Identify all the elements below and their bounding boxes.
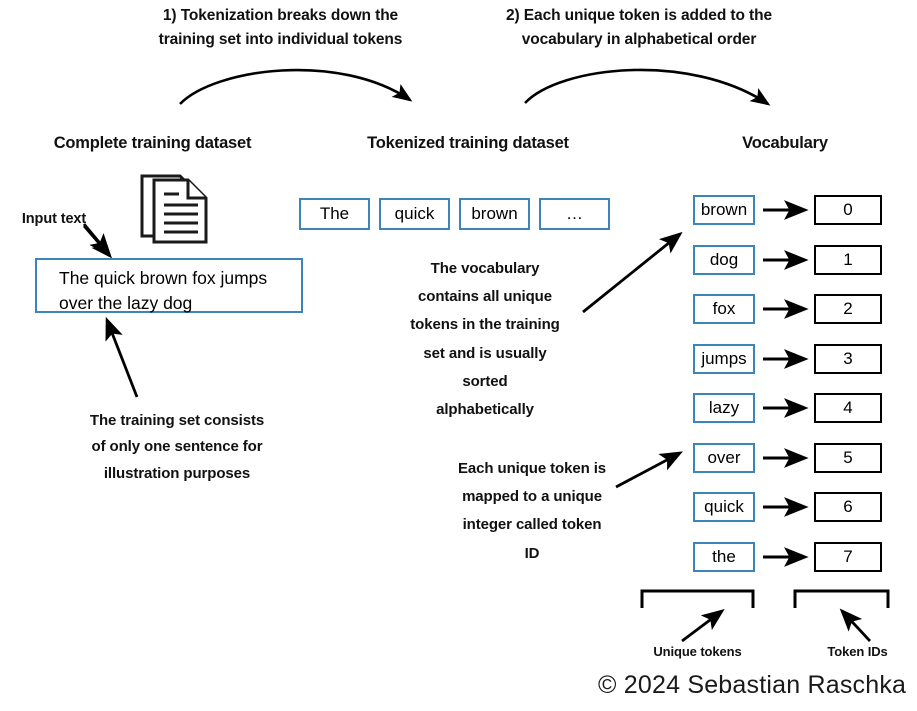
vocab-map-arrow-5 <box>763 447 809 468</box>
token-id-note-line4: ID <box>524 544 540 562</box>
column-header-complete-training-dataset: Complete training dataset <box>53 134 252 152</box>
vocab-token-box-0[interactable]: brown <box>693 195 755 225</box>
token-id-note: Each unique token is mapped to a unique … <box>437 455 627 568</box>
vocab-id-box-0[interactable]: 0 <box>814 195 882 225</box>
token-id-note-line3: integer called token <box>462 516 602 534</box>
vocab-token-box-5[interactable]: over <box>693 442 755 473</box>
vocab-map-arrow-0 <box>763 200 809 220</box>
copyright-notice: © 2024 Sebastian Raschka <box>598 671 907 699</box>
vocab-id-box-3[interactable]: 3 <box>814 343 882 374</box>
vocab-token-box-6[interactable]: quick <box>693 492 755 522</box>
vocab-token-box-7[interactable]: the <box>693 541 755 572</box>
vocab-map-arrow-4 <box>763 398 809 418</box>
column-header-vocabulary: Vocabulary <box>742 134 828 152</box>
vocab-id-box-4[interactable]: 4 <box>814 393 882 423</box>
vocabulary-note-line4: set and is usually <box>423 344 547 362</box>
vocabulary-note-line6: alphabetically <box>436 400 534 418</box>
vocab-token-box-2[interactable]: fox <box>693 294 755 324</box>
token-id-note-line1: Each unique token is <box>457 460 607 477</box>
vocab-map-arrow-1 <box>763 249 809 270</box>
vocab-map-arrow-6 <box>763 497 809 517</box>
training-set-note-arrow <box>105 316 139 398</box>
vocab-id-box-7[interactable]: 7 <box>814 541 882 572</box>
vocabulary-note-line5: sorted <box>462 372 508 390</box>
vocabulary-note: The vocabulary contains all unique token… <box>392 255 578 424</box>
token-id-note-arrow <box>615 451 683 489</box>
vocab-token-box-4[interactable]: lazy <box>693 393 755 423</box>
vocab-id-box-5[interactable]: 5 <box>814 442 882 473</box>
token-box-2[interactable]: brown <box>459 198 530 230</box>
token-ids-label: Token IDs <box>827 644 888 659</box>
column-header-tokenized-training-dataset: Tokenized training dataset <box>367 134 569 152</box>
input-text-line1: The quick brown fox jumps <box>59 268 268 288</box>
training-set-note: The training set consists of only one se… <box>52 408 302 487</box>
token-box-0[interactable]: The <box>299 198 370 230</box>
token-id-note-line2: mapped to a unique <box>462 488 602 506</box>
document-stack-icon <box>140 174 208 244</box>
vocabulary-note-line1: The vocabulary <box>430 260 540 277</box>
vocab-map-arrow-3 <box>763 348 809 369</box>
curved-arrow-step-2 <box>524 68 771 106</box>
vocab-token-box-3[interactable]: jumps <box>693 343 755 374</box>
unique-tokens-label: Unique tokens <box>653 644 742 659</box>
vocab-id-box-2[interactable]: 2 <box>814 294 882 324</box>
vocab-map-arrow-7 <box>763 546 809 567</box>
curved-arrows-group <box>179 68 771 106</box>
vocab-map-arrow-2 <box>763 299 809 319</box>
unique-tokens-arrow <box>681 608 725 643</box>
vocabulary-note-arrow <box>582 231 683 314</box>
curved-arrow-step-1 <box>179 68 413 105</box>
vocab-id-box-1[interactable]: 1 <box>814 244 882 275</box>
training-set-note-line2: of only one sentence for <box>91 438 263 456</box>
vocab-token-box-1[interactable]: dog <box>693 244 755 275</box>
token-ids-arrow <box>839 608 872 642</box>
token-box-1[interactable]: quick <box>379 198 450 230</box>
training-set-note-line1: The training set consists <box>89 412 265 429</box>
vocabulary-note-line3: tokens in the training <box>410 316 560 334</box>
diagram-canvas: 1) Tokenization breaks down the training… <box>0 0 917 711</box>
training-set-note-line3: illustration purposes <box>103 464 251 482</box>
vocab-id-box-6[interactable]: 6 <box>814 492 882 522</box>
vocabulary-note-line2: contains all unique <box>418 288 552 306</box>
